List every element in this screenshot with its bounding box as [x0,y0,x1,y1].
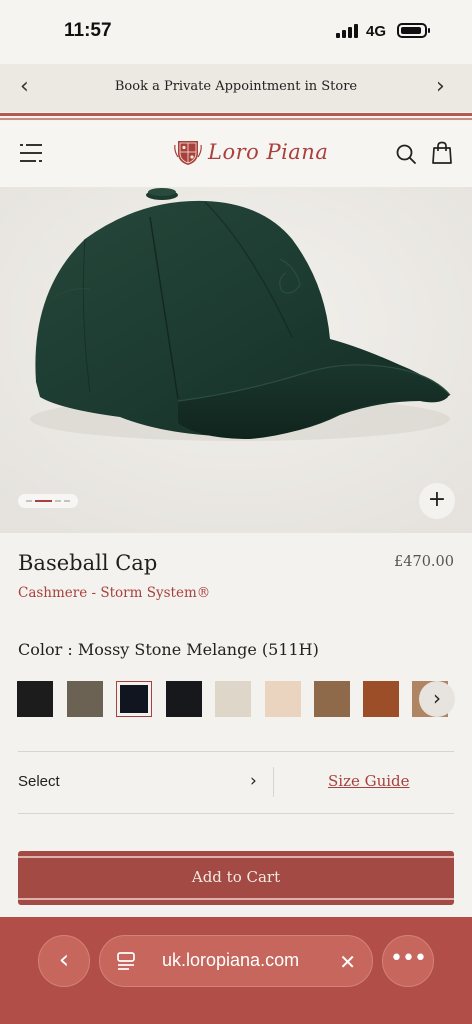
divider [18,813,454,814]
shopping-bag-icon[interactable] [431,141,453,165]
logo-crest-icon [174,141,202,165]
network-label: 4G [366,23,387,40]
color-swatch[interactable] [17,681,53,717]
add-to-cart-label: Add to Cart [191,868,281,886]
product-gallery[interactable]: + [0,187,472,533]
more-icon[interactable]: ••• [382,935,434,987]
brand-logo[interactable]: Loro Piana [174,137,328,167]
browser-toolbar: ‹ uk.loropiana.com ✕ ••• [0,917,472,1024]
product-material: Cashmere - Storm System® [18,585,211,601]
tabs-icon[interactable] [117,951,135,971]
product-price: £470.00 [394,554,454,570]
brand-name: Loro Piana [208,140,329,164]
color-swatch[interactable] [265,681,301,717]
divider [18,751,454,752]
color-swatch[interactable] [314,681,350,717]
chevron-right-icon[interactable]: › [436,74,445,99]
status-time: 11:57 [64,20,112,41]
product-title: Baseball Cap [18,551,158,575]
color-swatch[interactable] [215,681,251,717]
color-swatches [17,681,457,717]
clear-icon[interactable]: ✕ [339,950,356,974]
chevron-right-icon[interactable]: › [250,771,257,791]
site-header: Loro Piana [0,121,472,187]
size-select[interactable]: Select [18,773,60,790]
color-swatch[interactable] [363,681,399,717]
back-icon[interactable]: ‹ [38,935,90,987]
search-icon[interactable] [395,143,417,165]
plus-icon[interactable]: + [419,483,455,519]
color-swatch[interactable] [166,681,202,717]
menu-icon[interactable] [20,143,42,163]
add-to-cart-button[interactable]: Add to Cart [18,851,454,905]
address-bar[interactable]: uk.loropiana.com ✕ [99,935,373,987]
green-baseball-cap-photo [0,187,472,533]
chevron-right-icon[interactable]: › [419,681,455,717]
color-swatch[interactable] [116,681,152,717]
signal-icon [336,24,360,38]
promo-divider [0,112,472,121]
url-text[interactable]: uk.loropiana.com [162,950,299,971]
status-bar: 11:57 4G [0,0,472,64]
size-guide-link[interactable]: Size Guide [328,772,410,790]
battery-icon [397,23,430,38]
promo-banner: ‹ Book a Private Appointment in Store › [0,64,472,112]
promo-text[interactable]: Book a Private Appointment in Store [0,79,472,94]
color-swatch[interactable] [67,681,103,717]
color-label: Color : Mossy Stone Melange (511H) [18,640,319,659]
divider [273,767,274,797]
image-pager[interactable] [18,494,78,508]
